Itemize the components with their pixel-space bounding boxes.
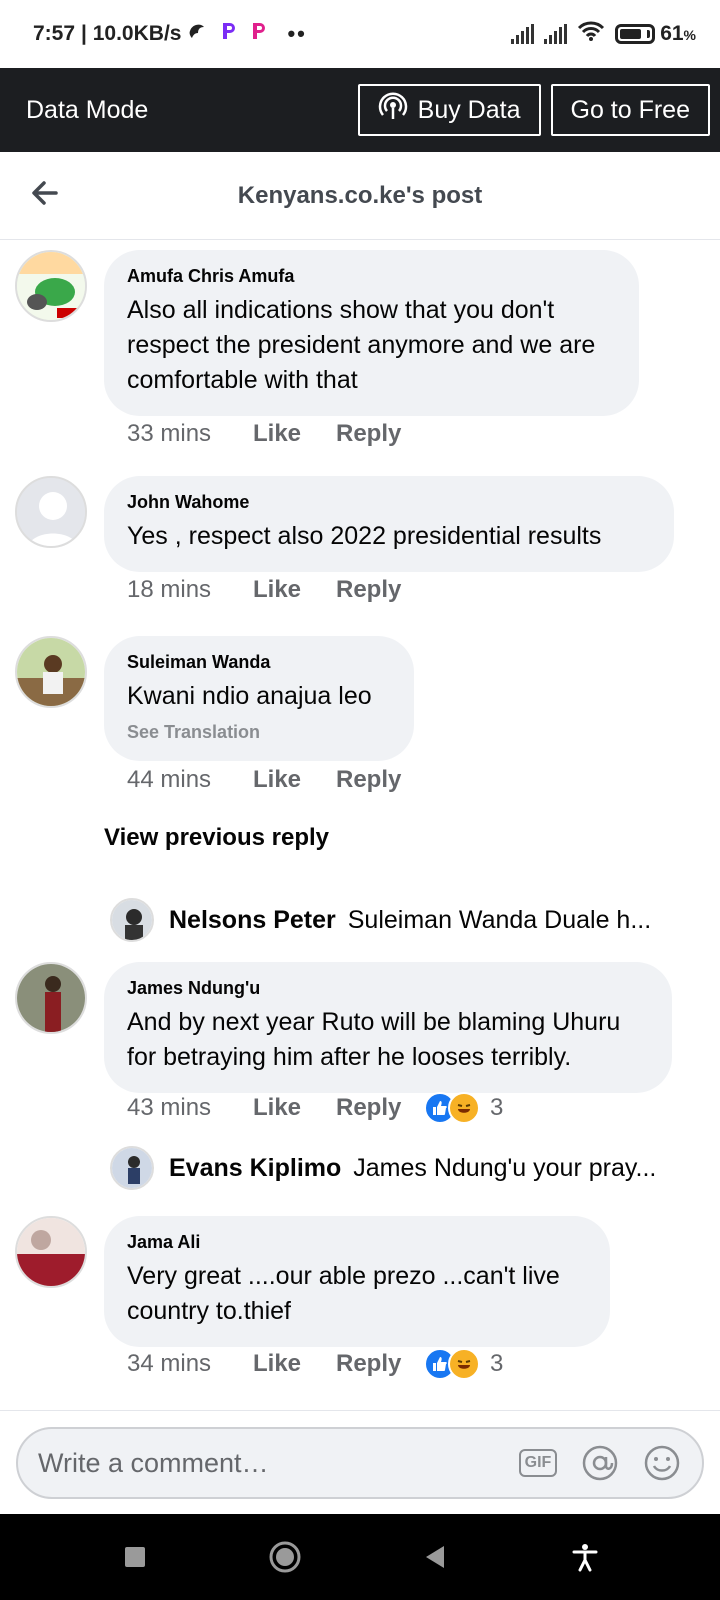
buy-data-button[interactable]: Buy Data bbox=[357, 84, 541, 136]
comment-text: Also all indications show that you don't… bbox=[127, 296, 596, 394]
page-title: Kenyans.co.ke's post bbox=[237, 181, 483, 209]
more-notifications-icon: •• bbox=[287, 21, 307, 46]
comment-time: 34 mins bbox=[127, 1350, 212, 1377]
comment-bubble: Suleiman Wanda Kwani ndio anajua leo See… bbox=[104, 636, 414, 761]
data-mode-bar: Data Mode Buy Data Go to Free bbox=[0, 68, 720, 152]
see-translation-link[interactable]: See Translation bbox=[127, 722, 392, 743]
reply-author[interactable]: Evans Kiplimo bbox=[169, 1154, 341, 1183]
comment-input[interactable] bbox=[38, 1447, 518, 1479]
composer-icons: GIF bbox=[518, 1443, 682, 1483]
bird-icon bbox=[187, 21, 207, 47]
back-button[interactable] bbox=[415, 1537, 455, 1577]
go-to-free-button[interactable]: Go to Free bbox=[550, 84, 710, 136]
comment-meta: 33 mins Like Reply bbox=[127, 420, 424, 448]
avatar[interactable] bbox=[15, 962, 87, 1034]
accessibility-icon[interactable] bbox=[565, 1537, 605, 1577]
network-speed: | 10.0KB/s bbox=[81, 22, 182, 45]
post-header: Kenyans.co.ke's post bbox=[0, 152, 720, 240]
avatar[interactable] bbox=[15, 250, 87, 322]
like-button[interactable]: Like bbox=[253, 420, 336, 448]
status-bar: 7:57 | 10.0KB/s •• 61% bbox=[0, 0, 720, 68]
p-app-icon-2 bbox=[251, 21, 267, 47]
reply-button[interactable]: Reply bbox=[336, 420, 424, 448]
reply-text: Suleiman Wanda Duale h... bbox=[347, 905, 652, 934]
navigation-bar bbox=[0, 1514, 720, 1600]
avatar[interactable] bbox=[110, 898, 154, 942]
reply-preview[interactable]: Evans Kiplimo James Ndung'u your pray... bbox=[110, 1146, 670, 1190]
reaction-summary[interactable]: 3 bbox=[424, 1348, 503, 1380]
comment-meta: 34 mins Like Reply 3 bbox=[127, 1348, 503, 1380]
avatar[interactable] bbox=[15, 476, 87, 548]
data-mode-title: Data Mode bbox=[26, 95, 149, 124]
reply-preview[interactable]: Nelsons Peter Suleiman Wanda Duale h... bbox=[110, 898, 670, 942]
p-app-icon bbox=[221, 21, 237, 47]
avatar[interactable] bbox=[110, 1146, 154, 1190]
view-previous-reply-link[interactable]: View previous reply bbox=[104, 824, 329, 852]
comment-author[interactable]: Suleiman Wanda bbox=[127, 652, 392, 673]
reply-button[interactable]: Reply bbox=[336, 1094, 424, 1122]
comment-meta: 44 mins Like Reply bbox=[127, 766, 424, 794]
comment-text: Very great ....our able prezo ...can't l… bbox=[127, 1262, 560, 1325]
comment-composer: GIF bbox=[0, 1410, 720, 1514]
gif-label: GIF bbox=[518, 1449, 558, 1477]
reply-text: James Ndung'u your pray... bbox=[353, 1153, 657, 1182]
like-button[interactable]: Like bbox=[253, 1350, 336, 1378]
reply-button[interactable]: Reply bbox=[336, 1350, 424, 1378]
buy-data-label: Buy Data bbox=[417, 95, 521, 124]
comment-time: 18 mins bbox=[127, 576, 212, 603]
like-button[interactable]: Like bbox=[253, 766, 336, 794]
comment-meta: 18 mins Like Reply bbox=[127, 576, 424, 604]
back-arrow-icon[interactable] bbox=[28, 176, 62, 210]
comment-bubble: Jama Ali Very great ....our able prezo .… bbox=[104, 1216, 610, 1347]
reply-author[interactable]: Nelsons Peter bbox=[169, 906, 336, 935]
battery-icon bbox=[615, 24, 656, 44]
status-time: 7:57 bbox=[33, 22, 76, 45]
avatar[interactable] bbox=[15, 1216, 87, 1288]
comment-author[interactable]: John Wahome bbox=[127, 492, 652, 513]
battery-level: 61% bbox=[660, 22, 696, 45]
home-button[interactable] bbox=[265, 1537, 305, 1577]
comment-text: Kwani ndio anajua leo bbox=[127, 682, 372, 710]
broadcast-icon bbox=[378, 91, 408, 129]
reply-button[interactable]: Reply bbox=[336, 576, 424, 604]
comment-bubble: James Ndung'u And by next year Ruto will… bbox=[104, 962, 672, 1093]
emoji-icon[interactable] bbox=[642, 1443, 682, 1483]
avatar[interactable] bbox=[15, 636, 87, 708]
like-button[interactable]: Like bbox=[253, 576, 336, 604]
comment-author[interactable]: Amufa Chris Amufa bbox=[127, 266, 617, 287]
comment-author[interactable]: Jama Ali bbox=[127, 1232, 588, 1253]
haha-icon bbox=[448, 1092, 480, 1124]
comment-text: And by next year Ruto will be blaming Uh… bbox=[127, 1008, 621, 1071]
comment-time: 43 mins bbox=[127, 1094, 212, 1121]
signal-icon-2 bbox=[544, 24, 568, 44]
status-left: 7:57 | 10.0KB/s •• bbox=[33, 21, 307, 47]
reaction-count: 3 bbox=[490, 1094, 504, 1121]
data-mode-actions: Buy Data Go to Free bbox=[357, 84, 710, 136]
reply-button[interactable]: Reply bbox=[336, 766, 424, 794]
reaction-summary[interactable]: 3 bbox=[424, 1092, 503, 1124]
comment-time: 44 mins bbox=[127, 766, 212, 793]
comment-text: Yes , respect also 2022 presidential res… bbox=[127, 522, 602, 550]
comment-meta: 43 mins Like Reply 3 bbox=[127, 1092, 503, 1124]
comment-author[interactable]: James Ndung'u bbox=[127, 978, 650, 999]
recents-button[interactable] bbox=[115, 1537, 155, 1577]
gif-button[interactable]: GIF bbox=[518, 1443, 558, 1483]
haha-icon bbox=[448, 1348, 480, 1380]
go-to-free-label: Go to Free bbox=[570, 95, 691, 124]
comment-time: 33 mins bbox=[127, 420, 212, 447]
signal-icon bbox=[511, 24, 535, 44]
like-button[interactable]: Like bbox=[253, 1094, 336, 1122]
reaction-count: 3 bbox=[490, 1350, 504, 1377]
wifi-icon bbox=[577, 20, 605, 48]
comment-composer-box[interactable]: GIF bbox=[16, 1427, 704, 1499]
comment-bubble: John Wahome Yes , respect also 2022 pres… bbox=[104, 476, 674, 572]
mention-icon[interactable] bbox=[580, 1443, 620, 1483]
comment-bubble: Amufa Chris Amufa Also all indications s… bbox=[104, 250, 639, 416]
status-right: 61% bbox=[511, 20, 696, 48]
